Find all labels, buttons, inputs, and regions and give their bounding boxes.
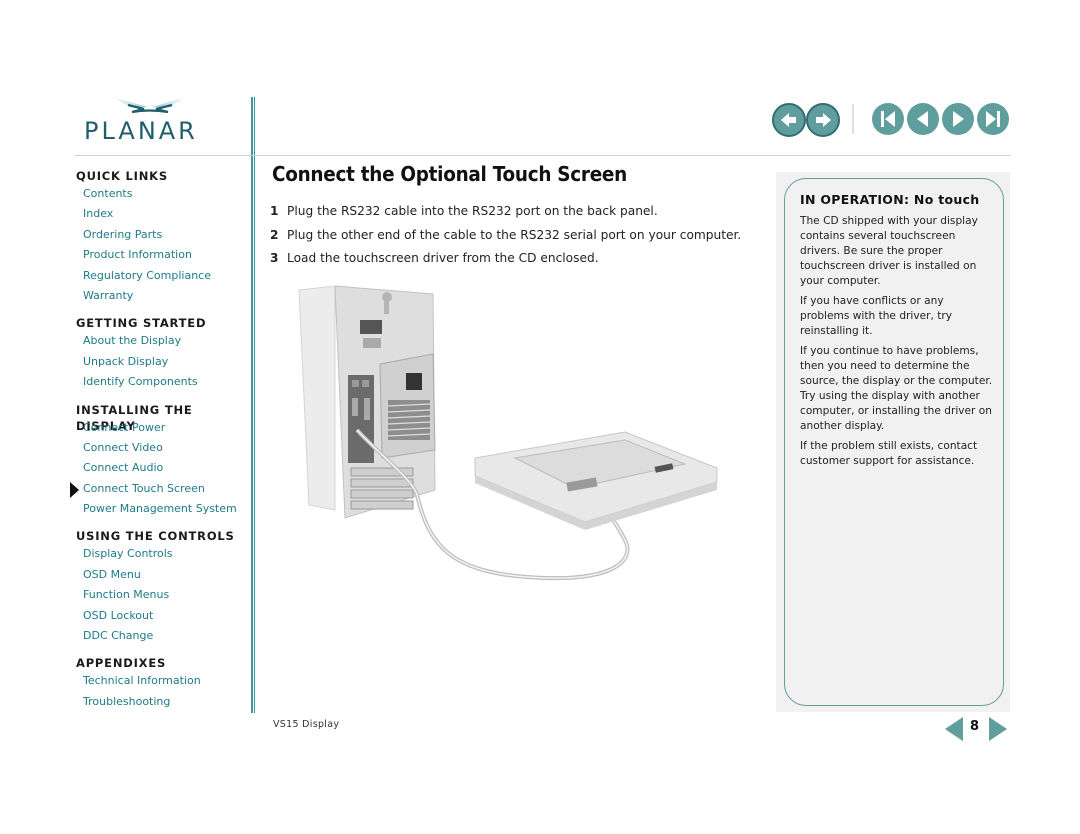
next-page-button[interactable] bbox=[942, 103, 974, 135]
sidebar-link-product-information[interactable]: Product Information bbox=[76, 245, 246, 265]
logo-wordmark: PLANAR bbox=[84, 117, 198, 145]
sidebar-link-label: Connect Touch Screen bbox=[83, 481, 205, 495]
sidebar-link-index[interactable]: Index bbox=[76, 204, 246, 224]
section-title: USING THE CONTROLS bbox=[76, 529, 235, 544]
previous-page-button[interactable] bbox=[907, 103, 939, 135]
sidebar-link-warranty[interactable]: Warranty bbox=[76, 286, 246, 306]
sidebar-nav: QUICK LINKS Contents Index Ordering Part… bbox=[70, 168, 246, 721]
sidebar-section-quick-links: QUICK LINKS Contents Index Ordering Part… bbox=[76, 168, 246, 306]
computer-display-illustration-icon bbox=[298, 285, 718, 581]
sidebar-link-contents[interactable]: Contents bbox=[76, 184, 246, 204]
step-number: 2 bbox=[270, 227, 279, 242]
section-title: APPENDIXES bbox=[76, 656, 167, 671]
last-page-icon bbox=[986, 111, 1000, 127]
previous-page-icon bbox=[917, 111, 928, 127]
page-title: Connect the Optional Touch Screen bbox=[272, 162, 627, 186]
sidebar-link-troubleshooting[interactable]: Troubleshooting bbox=[76, 692, 246, 712]
next-page-icon bbox=[953, 111, 964, 127]
sidebar-link-ddc-change[interactable]: DDC Change bbox=[76, 626, 246, 646]
callout-paragraph: If you have conflicts or any problems wi… bbox=[800, 295, 952, 337]
sidebar-divider bbox=[251, 97, 253, 713]
triangle-left-icon bbox=[945, 717, 965, 743]
sidebar-link-power-management[interactable]: Power Management System bbox=[76, 499, 246, 519]
sidebar-link-connect-audio[interactable]: Connect Audio bbox=[76, 458, 246, 478]
sidebar-link-display-controls[interactable]: Display Controls bbox=[76, 544, 246, 564]
header-rule bbox=[75, 155, 1010, 156]
forward-arrow-icon bbox=[816, 113, 831, 127]
sidebar-section-appendixes: APPENDIXES Technical Information Trouble… bbox=[76, 655, 246, 712]
planar-logo: PLANAR bbox=[82, 95, 222, 147]
first-page-icon bbox=[881, 111, 895, 127]
sidebar-link-connect-power[interactable]: Connect Power bbox=[76, 418, 246, 438]
page-previous-button[interactable] bbox=[944, 716, 965, 743]
step-text: Plug the other end of the cable to the R… bbox=[287, 227, 742, 242]
sidebar-link-regulatory-compliance[interactable]: Regulatory Compliance bbox=[76, 266, 246, 286]
sidebar-link-ordering-parts[interactable]: Ordering Parts bbox=[76, 225, 246, 245]
steps-list: 1 Plug the RS232 cable into the RS232 por… bbox=[270, 200, 741, 271]
sidebar-section-getting-started: GETTING STARTED About the Display Unpack… bbox=[76, 315, 246, 392]
step-number: 3 bbox=[270, 251, 279, 265]
step-text: Plug the RS232 cable into the RS232 port… bbox=[287, 204, 658, 218]
step-item: 3 Load the touchscreen driver from the CD… bbox=[270, 247, 741, 271]
sidebar-link-osd-menu[interactable]: OSD Menu bbox=[76, 565, 246, 585]
sidebar-link-connect-video[interactable]: Connect Video bbox=[76, 438, 246, 458]
sidebar-link-osd-lockout[interactable]: OSD Lockout bbox=[76, 606, 246, 626]
step-item: 2 Plug the other end of the cable to the … bbox=[270, 224, 741, 248]
callout-paragraph: The CD shipped with your display contain… bbox=[800, 215, 978, 287]
sidebar-link-technical-information[interactable]: Technical Information bbox=[76, 671, 246, 691]
connection-illustration bbox=[285, 280, 725, 590]
sidebar-section-installing: INSTALLING THE DISPLAY Connect Power Con… bbox=[70, 402, 246, 520]
triangle-right-icon bbox=[989, 717, 1007, 741]
back-arrow-icon bbox=[781, 113, 796, 127]
current-page-marker-icon bbox=[70, 481, 79, 498]
nav-separator bbox=[852, 104, 854, 134]
section-title: QUICK LINKS bbox=[76, 169, 168, 183]
sidebar-link-about-the-display[interactable]: About the Display bbox=[76, 331, 246, 351]
sidebar-section-using-controls: USING THE CONTROLS Display Controls OSD … bbox=[76, 528, 246, 646]
page-number: 8 bbox=[970, 719, 980, 734]
callout-body: The CD shipped with your display contain… bbox=[800, 214, 995, 474]
sidebar-link-connect-touch-screen[interactable]: Connect Touch Screen bbox=[70, 479, 246, 499]
step-number: 1 bbox=[270, 204, 279, 218]
callout-paragraph: If the problem still exists, contact cus… bbox=[800, 440, 978, 467]
section-title: GETTING STARTED bbox=[76, 316, 207, 331]
sidebar-link-identify-components[interactable]: Identify Components bbox=[76, 372, 246, 392]
sidebar-divider-inner bbox=[254, 97, 255, 713]
callout-title: IN OPERATION: No touch bbox=[800, 192, 980, 207]
document-name: VS15 Display bbox=[273, 719, 340, 730]
forward-button[interactable] bbox=[806, 103, 840, 137]
callout-paragraph: If you continue to have problems, then y… bbox=[800, 345, 993, 432]
page-next-button[interactable] bbox=[988, 716, 1008, 742]
sidebar-link-function-menus[interactable]: Function Menus bbox=[76, 585, 246, 605]
section-title: INSTALLING THE DISPLAY bbox=[76, 402, 193, 433]
sidebar-link-unpack-display[interactable]: Unpack Display bbox=[76, 352, 246, 372]
last-page-button[interactable] bbox=[977, 103, 1009, 135]
first-page-button[interactable] bbox=[872, 103, 904, 135]
step-item: 1 Plug the RS232 cable into the RS232 por… bbox=[270, 200, 741, 224]
step-text: Load the touchscreen driver from the CD … bbox=[287, 251, 599, 265]
back-button[interactable] bbox=[772, 103, 806, 137]
logo-swoosh-icon bbox=[112, 97, 186, 114]
